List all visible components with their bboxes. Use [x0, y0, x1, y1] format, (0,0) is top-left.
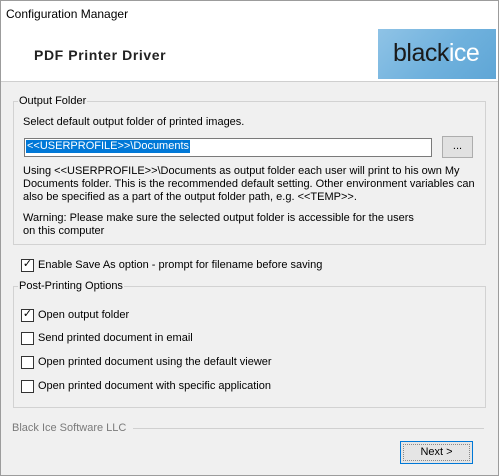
save-as-label: Enable Save As option - prompt for filen…	[38, 259, 323, 271]
logo-wordmark: blackice	[393, 39, 480, 68]
product-title: PDF Printer Driver	[34, 47, 167, 63]
save-as-checkbox-row[interactable]: ✓ Enable Save As option - prompt for fil…	[21, 257, 322, 273]
company-name: Black Ice Software LLC	[12, 422, 127, 434]
window-title: Configuration Manager	[6, 7, 129, 21]
option-label: Send printed document in email	[38, 332, 193, 344]
next-button[interactable]: Next >	[400, 441, 473, 464]
default-viewer-checkbox[interactable]	[21, 355, 34, 369]
option-label: Open output folder	[38, 309, 130, 321]
focus-rect	[403, 444, 470, 461]
output-folder-path-input[interactable]: <<USERPROFILE>>\Documents	[24, 138, 432, 157]
browse-button[interactable]: ...	[442, 136, 473, 158]
output-folder-path-value: <<USERPROFILE>>\Documents	[26, 140, 191, 153]
option-open-output-folder[interactable]: ✓ Open output folder	[21, 307, 129, 323]
title-bar: Configuration Manager	[0, 0, 499, 28]
option-send-email[interactable]: Send printed document in email	[21, 330, 193, 346]
check-icon: ✓	[22, 307, 33, 320]
black-ice-logo: blackice	[378, 29, 496, 79]
footer-divider	[133, 428, 484, 429]
save-as-checkbox[interactable]: ✓	[21, 257, 34, 272]
info-text-line1: Using <<USERPROFILE>>\Documents as outpu…	[23, 165, 460, 177]
option-label: Open printed document with specific appl…	[38, 380, 271, 392]
option-specific-application[interactable]: Open printed document with specific appl…	[21, 378, 271, 394]
send-email-checkbox[interactable]	[21, 331, 34, 345]
post-printing-legend: Post-Printing Options	[19, 280, 123, 292]
warning-text-line1: Warning: Please make sure the selected o…	[23, 212, 414, 224]
specific-application-checkbox[interactable]	[21, 379, 34, 393]
check-icon: ✓	[22, 257, 33, 270]
option-label: Open printed document using the default …	[38, 356, 272, 368]
option-default-viewer[interactable]: Open printed document using the default …	[21, 354, 272, 370]
header-banner: PDF Printer Driver blackice	[1, 28, 498, 82]
info-text-line3: also be specified as a part of the outpu…	[23, 191, 357, 203]
open-output-folder-checkbox[interactable]: ✓	[21, 307, 34, 322]
warning-text-line2: on this computer	[23, 225, 105, 237]
info-text-line2: Documents folder. This is the recommende…	[23, 178, 475, 190]
output-folder-instruction: Select default output folder of printed …	[23, 116, 245, 128]
logo-word-black: black	[393, 39, 449, 67]
output-folder-legend: Output Folder	[19, 95, 87, 107]
logo-word-ice: ice	[448, 39, 480, 67]
